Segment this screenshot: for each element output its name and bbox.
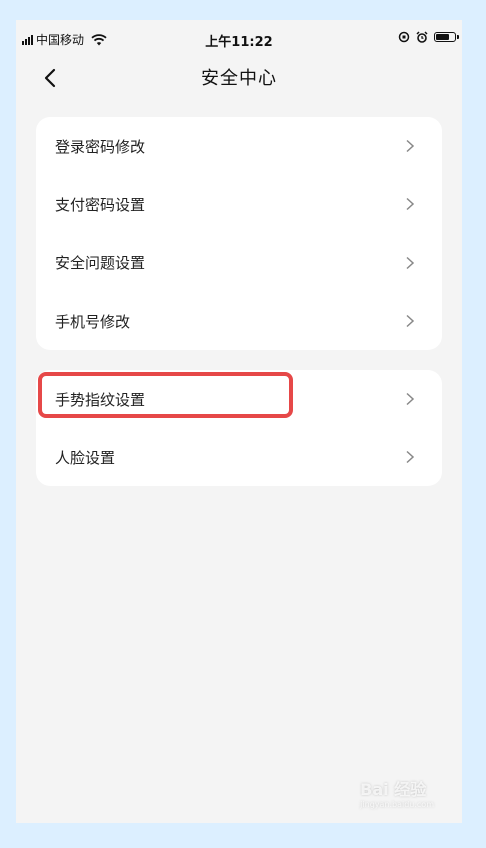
list-item-login-password[interactable]: 登录密码修改	[36, 117, 442, 175]
orientation-lock-icon	[398, 31, 410, 43]
watermark: Bai 经验 jingyan.baidu.com	[360, 776, 434, 809]
list-item-label: 手机号修改	[55, 312, 131, 331]
watermark-brand: Bai 经验	[360, 780, 427, 799]
list-item-label: 人脸设置	[55, 448, 116, 467]
chevron-right-icon	[406, 198, 415, 211]
list-item-gesture-fingerprint[interactable]: 手势指纹设置	[36, 370, 442, 428]
chevron-right-icon	[406, 450, 415, 464]
battery-icon	[434, 32, 459, 42]
security-settings-group-1: 登录密码修改 支付密码设置 安全问题设置 手机号修改	[36, 117, 442, 350]
list-item-label: 登录密码修改	[55, 137, 146, 156]
status-time: 上午11:22	[205, 35, 273, 50]
list-item-payment-password[interactable]: 支付密码设置	[36, 175, 442, 233]
chevron-right-icon	[406, 392, 415, 406]
list-item-face[interactable]: 人脸设置	[36, 428, 442, 486]
screenshot-frame: 中国移动 上午11:22 安全中心 登录密码修改 支付密码设置 安全问题设置 手…	[0, 0, 486, 848]
nav-bar: 安全中心	[16, 60, 462, 104]
status-bar: 中国移动 上午11:22	[16, 20, 462, 60]
chevron-right-icon	[406, 256, 415, 269]
page-title: 安全中心	[201, 68, 277, 89]
alarm-icon	[416, 31, 428, 43]
watermark-url: jingyan.baidu.com	[360, 800, 434, 809]
phone-screen: 中国移动 上午11:22 安全中心 登录密码修改 支付密码设置 安全问题设置 手…	[16, 20, 462, 823]
security-settings-group-2: 手势指纹设置 人脸设置	[36, 370, 442, 486]
chevron-right-icon	[406, 140, 415, 153]
list-item-label: 手势指纹设置	[55, 390, 146, 409]
chevron-right-icon	[406, 314, 415, 328]
list-item-security-question[interactable]: 安全问题设置	[36, 234, 442, 292]
status-right	[398, 31, 459, 43]
list-item-phone-number[interactable]: 手机号修改	[36, 292, 442, 350]
list-item-label: 支付密码设置	[55, 195, 146, 214]
list-item-label: 安全问题设置	[55, 254, 146, 273]
